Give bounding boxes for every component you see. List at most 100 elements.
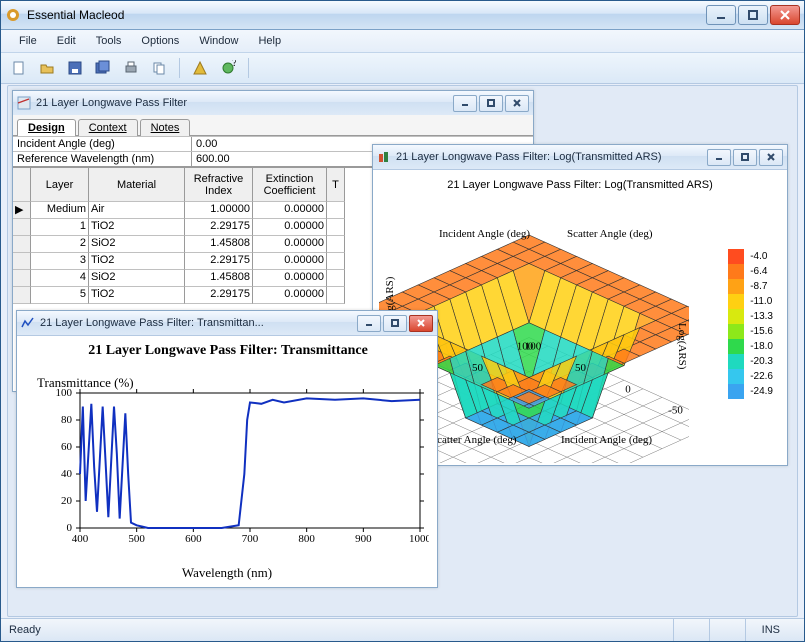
plot3d-title: 21 Layer Longwave Pass Filter: Log(Trans… [373,179,787,191]
open-icon[interactable] [35,56,59,80]
menu-help[interactable]: Help [248,32,291,50]
cell-material[interactable]: Air [89,202,185,219]
colorbar-label: -22.6 [750,371,773,382]
colorbar-row: -18.0 [728,339,773,354]
minimize-button[interactable] [706,5,736,25]
colorbar-row: -15.6 [728,324,773,339]
svg-text:60: 60 [61,441,73,453]
colorbar-row: -24.9 [728,384,773,399]
status-ins: INS [745,619,796,641]
cell-refractive[interactable]: 2.29175 [185,287,253,304]
colorbar-swatch [728,309,744,324]
incident-angle-label: Incident Angle (deg) [13,137,192,151]
cell-layer[interactable]: 4 [31,270,89,287]
plot3d-colorbar: -4.0-6.4-8.7-11.0-13.3-15.6-18.0-20.3-22… [728,249,773,399]
col-layer[interactable]: Layer [31,168,89,202]
cell-extinction[interactable]: 0.00000 [253,236,327,253]
menu-window[interactable]: Window [189,32,248,50]
status-left: Ready [9,624,41,636]
cell-thickness[interactable] [327,202,345,219]
child-close-button[interactable] [505,95,529,112]
cell-thickness[interactable] [327,219,345,236]
maximize-button[interactable] [738,5,768,25]
cell-refractive[interactable]: 1.45808 [185,270,253,287]
print-icon[interactable] [119,56,143,80]
svg-text:Incident Angle (deg): Incident Angle (deg) [561,434,652,446]
menu-options[interactable]: Options [131,32,189,50]
cell-extinction[interactable]: 0.00000 [253,270,327,287]
colorbar-label: -8.7 [750,281,767,292]
colorbar-row: -11.0 [728,294,773,309]
toolbar-separator [248,58,249,78]
copy-icon[interactable] [147,56,171,80]
plot2d-title: 21 Layer Longwave Pass Filter: Transmitt… [25,343,431,359]
child-minimize-button[interactable] [357,315,381,332]
svg-text:20: 20 [61,495,73,507]
tab-design[interactable]: Design [17,119,76,136]
title-bar[interactable]: Essential Macleod [1,1,804,30]
colorbar-label: -13.3 [750,311,773,322]
cell-extinction[interactable]: 0.00000 [253,202,327,219]
save-icon[interactable] [63,56,87,80]
cell-layer[interactable]: 1 [31,219,89,236]
cell-refractive[interactable]: 1.00000 [185,202,253,219]
child-minimize-button[interactable] [707,149,731,166]
cell-material[interactable]: SiO2 [89,236,185,253]
cell-layer[interactable]: 5 [31,287,89,304]
save-all-icon[interactable] [91,56,115,80]
cell-extinction[interactable]: 0.00000 [253,219,327,236]
cell-refractive[interactable]: 1.45808 [185,236,253,253]
incident-angle-value[interactable]: 0.00 [192,137,221,151]
cell-refractive[interactable]: 2.29175 [185,219,253,236]
cell-material[interactable]: TiO2 [89,287,185,304]
plot2d-window-title: 21 Layer Longwave Pass Filter: Transmitt… [40,317,357,329]
plot2d-window[interactable]: 21 Layer Longwave Pass Filter: Transmitt… [16,310,438,588]
cell-layer[interactable]: 3 [31,253,89,270]
col-thickness[interactable]: T [327,168,345,202]
new-icon[interactable] [7,56,31,80]
menu-file[interactable]: File [9,32,47,50]
menu-tools[interactable]: Tools [86,32,132,50]
child-close-button[interactable] [409,315,433,332]
child-close-button[interactable] [759,149,783,166]
cell-material[interactable]: SiO2 [89,270,185,287]
colorbar-swatch [728,264,744,279]
col-refractive[interactable]: Refractive Index [185,168,253,202]
child-maximize-button[interactable] [383,315,407,332]
row-marker-icon [13,253,31,270]
child-minimize-button[interactable] [453,95,477,112]
svg-text:50: 50 [575,362,587,374]
plot2d-xlabel: Wavelength (nm) [17,565,437,581]
tab-context[interactable]: Context [78,119,138,136]
menu-edit[interactable]: Edit [47,32,86,50]
cell-layer[interactable]: Medium [31,202,89,219]
cell-thickness[interactable] [327,270,345,287]
design-tabs: Design Context Notes [13,115,533,136]
targets-icon[interactable]: ? [216,56,240,80]
colorbar-label: -15.6 [750,326,773,337]
colorbar-swatch [728,354,744,369]
reference-wavelength-label: Reference Wavelength (nm) [13,152,192,166]
cell-extinction[interactable]: 0.00000 [253,253,327,270]
child-maximize-button[interactable] [479,95,503,112]
cell-extinction[interactable]: 0.00000 [253,287,327,304]
status-blank2 [709,619,745,641]
reference-wavelength-value[interactable]: 600.00 [192,152,234,166]
colorbar-swatch [728,294,744,309]
col-material[interactable]: Material [89,168,185,202]
svg-text:100: 100 [525,341,542,353]
cell-thickness[interactable] [327,236,345,253]
tab-notes[interactable]: Notes [140,119,191,136]
svg-text:600: 600 [185,533,202,545]
cell-layer[interactable]: 2 [31,236,89,253]
cell-material[interactable]: TiO2 [89,253,185,270]
refinement-icon[interactable] [188,56,212,80]
cell-refractive[interactable]: 2.29175 [185,253,253,270]
cell-material[interactable]: TiO2 [89,219,185,236]
cell-thickness[interactable] [327,287,345,304]
child-maximize-button[interactable] [733,149,757,166]
col-extinction[interactable]: Extinction Coefficient [253,168,327,202]
close-button[interactable] [770,5,800,25]
cell-thickness[interactable] [327,253,345,270]
menu-bar: File Edit Tools Options Window Help [1,30,804,53]
